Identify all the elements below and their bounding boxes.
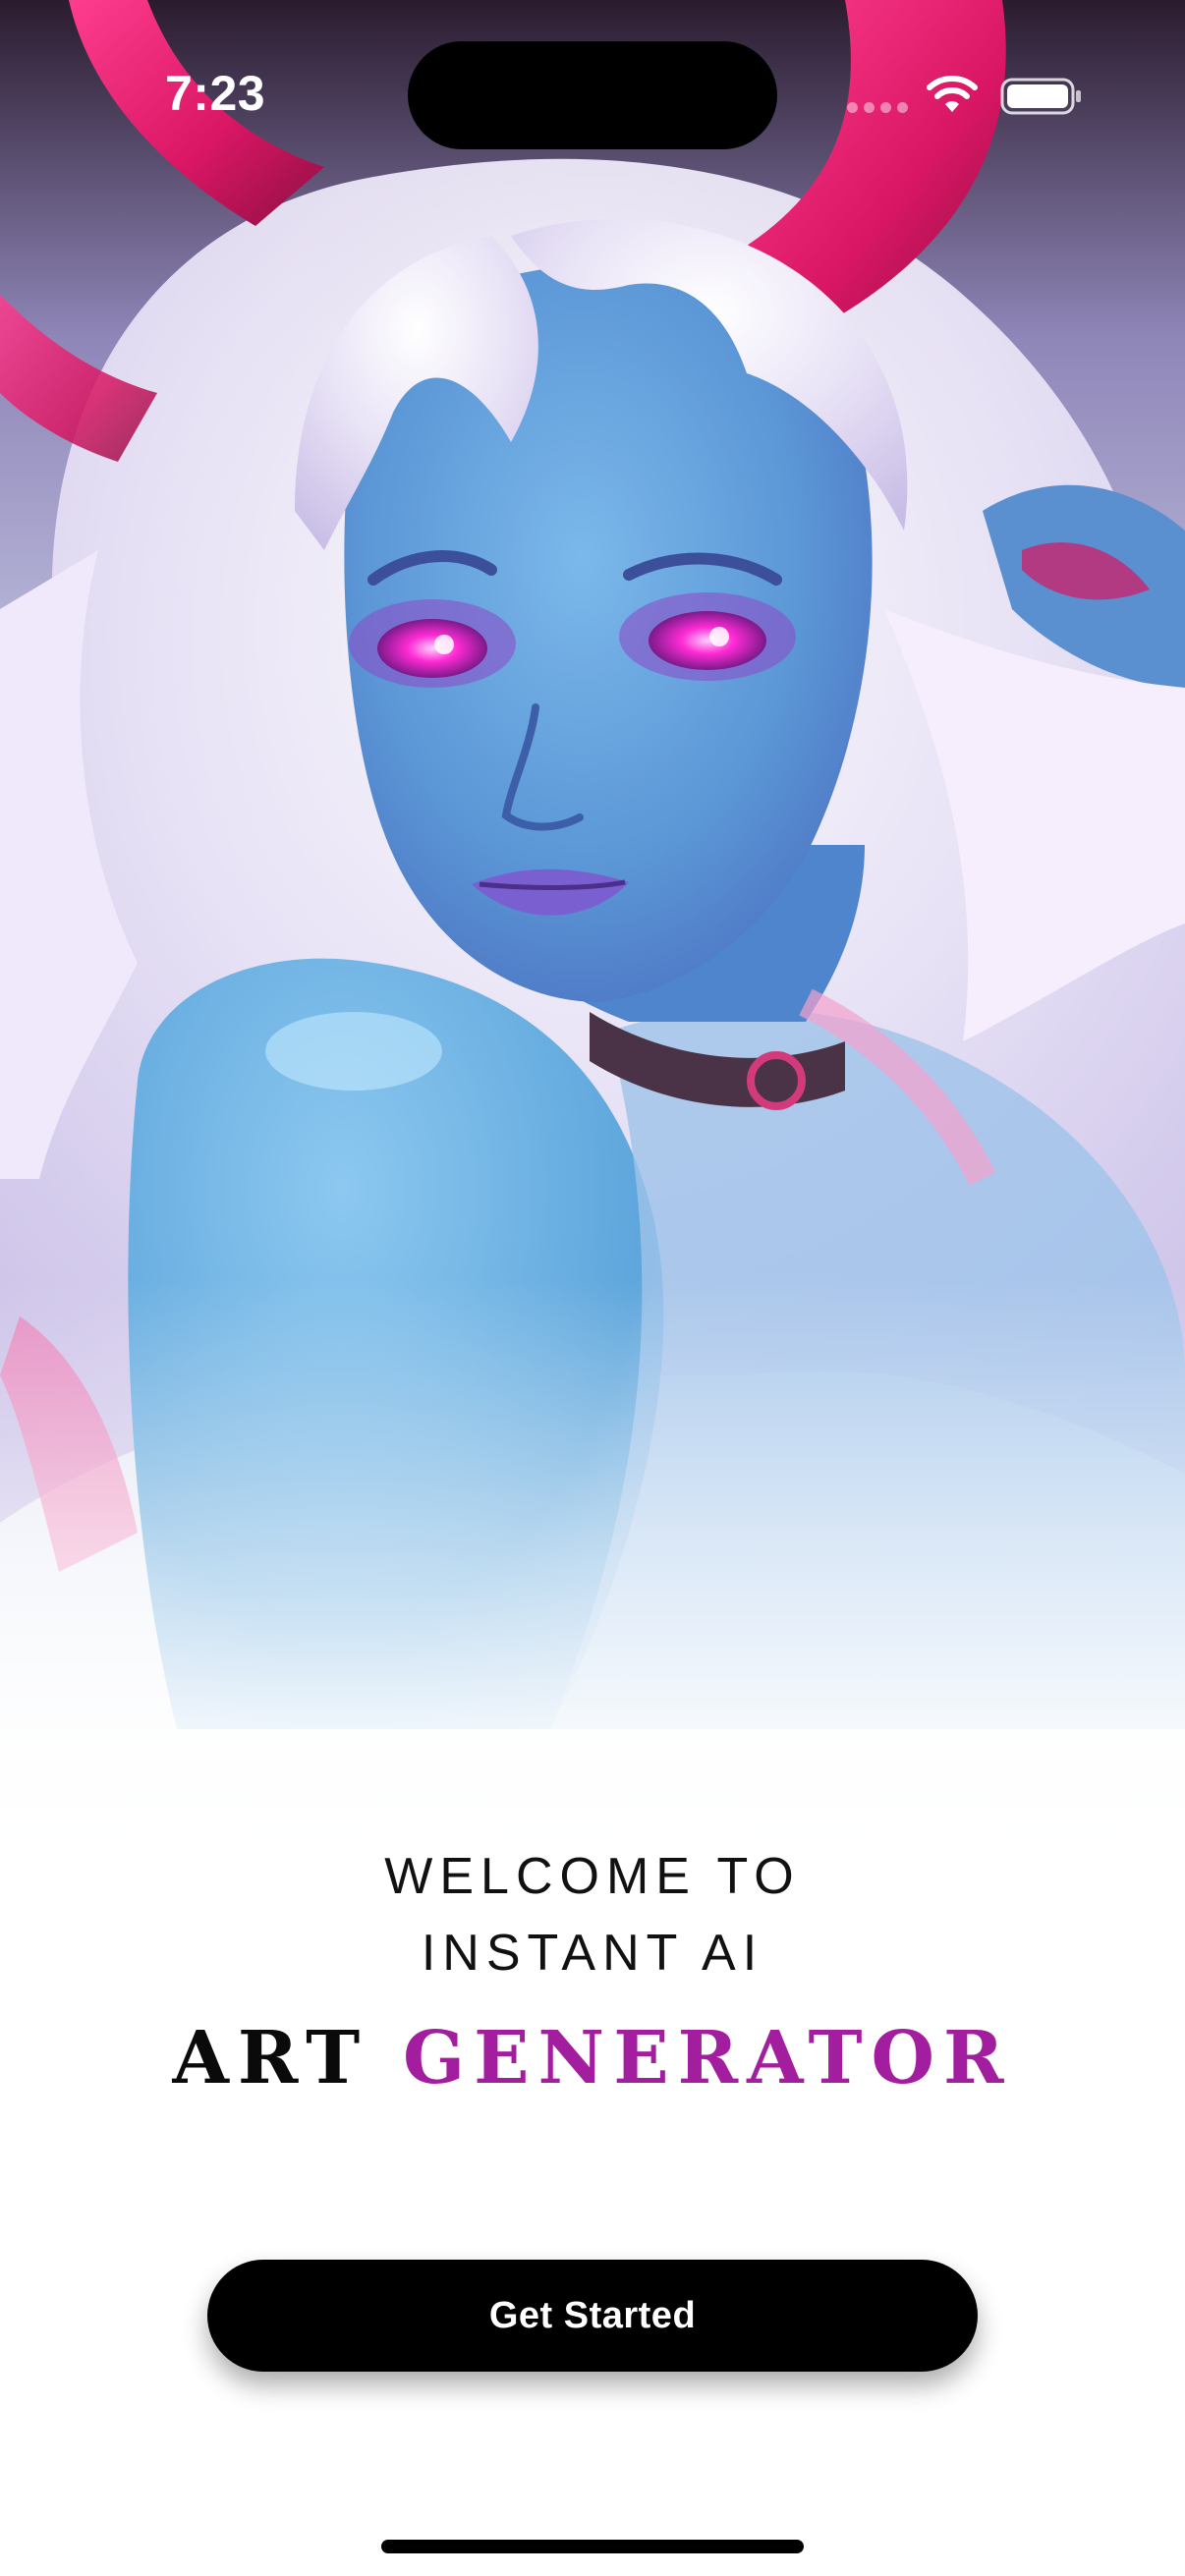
welcome-text-line-1: WELCOME TO [384, 1848, 801, 1905]
app-title-word-1: ART [172, 2016, 369, 2100]
hero-artwork [0, 0, 1185, 1867]
wifi-icon [927, 76, 978, 112]
status-bar: 7:23 [0, 0, 1185, 167]
cellular-signal-dots-icon [847, 102, 908, 114]
battery-icon [1000, 78, 1081, 115]
hero-illustration [0, 0, 1185, 1867]
app-title-word-2: GENERATOR [402, 2016, 1013, 2100]
welcome-text-line-2: INSTANT AI [421, 1925, 764, 1982]
get-started-label: Get Started [488, 2294, 697, 2336]
get-started-button[interactable]: Get Started [207, 2260, 978, 2372]
dynamic-island [408, 41, 777, 149]
app-title: ART GENERATOR [0, 2014, 1185, 2102]
status-time: 7:23 [165, 66, 266, 121]
onboarding-screen: 7:23 WELCOME TO INSTANT AI ART GENERATOR… [0, 0, 1185, 2576]
home-indicator[interactable] [381, 2540, 804, 2553]
